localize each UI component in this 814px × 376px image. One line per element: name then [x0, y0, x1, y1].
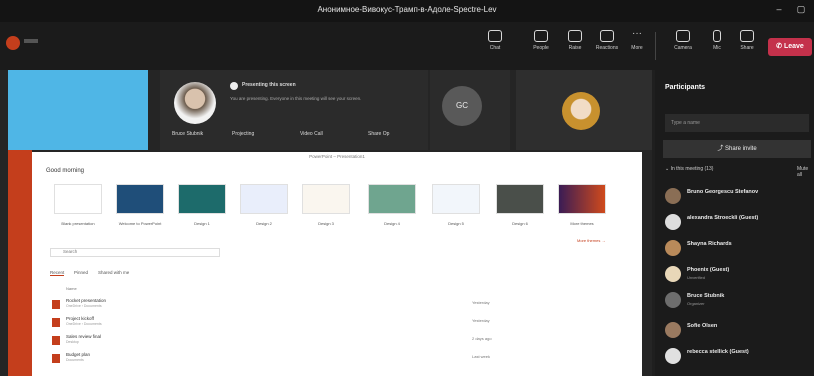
template-thumb[interactable]	[240, 184, 288, 214]
chat-button[interactable]: Chat	[480, 28, 510, 64]
meeting-toolbar: Chat People Raise Reactions ··· More Came…	[0, 22, 814, 70]
control-projecting[interactable]: Projecting	[232, 131, 254, 137]
avatar	[665, 240, 681, 256]
raise-hand-button[interactable]: Raise	[560, 28, 590, 64]
participant-row[interactable]: alexandra Stroeckli (Guest)	[665, 212, 813, 232]
template-label: More themes	[570, 221, 594, 226]
ppt-greeting: Good morning	[46, 168, 85, 174]
mute-all-button[interactable]: Mute all	[797, 166, 814, 178]
camera-button[interactable]: Camera	[668, 28, 698, 64]
template-thumb[interactable]	[302, 184, 350, 214]
video-tile-blue[interactable]	[8, 70, 148, 150]
template-thumb[interactable]	[54, 184, 102, 214]
participant-avatar	[562, 92, 600, 130]
minimize-icon[interactable]: –	[772, 4, 786, 16]
tab-pinned[interactable]: Pinned	[74, 270, 88, 275]
powerpoint-sidebar	[8, 150, 32, 376]
template-label: Design 5	[448, 221, 464, 226]
shared-powerpoint-window: PowerPoint – Presentation1 Good morning …	[32, 152, 642, 376]
avatar	[665, 348, 681, 364]
mic-button[interactable]: Mic	[702, 28, 732, 64]
meeting-timer	[24, 39, 38, 43]
people-icon	[534, 30, 548, 42]
participant-search-input[interactable]: Type a name	[665, 114, 809, 132]
template-label: Design 1	[194, 221, 210, 226]
smile-icon	[600, 30, 614, 42]
participant-row[interactable]: Shayna Richards	[665, 238, 813, 258]
control-share-op[interactable]: Share Op	[368, 131, 389, 137]
mic-icon	[713, 30, 721, 42]
leave-button[interactable]: ✆ Leave	[768, 38, 812, 56]
people-button[interactable]: People	[526, 28, 556, 64]
avatar	[665, 292, 681, 308]
presenter-avatar	[174, 82, 216, 124]
template-label: Blank presentation	[61, 221, 95, 226]
template-thumb[interactable]	[368, 184, 416, 214]
pptx-file-icon	[52, 354, 60, 363]
participant-row[interactable]: Sofie Olsen	[665, 320, 813, 340]
participant-row[interactable]: Phoenix (Guest) Unverified	[665, 264, 813, 284]
template-thumb[interactable]	[116, 184, 164, 214]
presenter-name: Bruce Stubnik	[172, 131, 204, 137]
app-icon	[6, 36, 20, 50]
maximize-icon[interactable]: ▢	[794, 4, 808, 16]
file-row[interactable]: Project kickoff OneDrive › Documents Yes…	[52, 316, 612, 330]
file-row[interactable]: Budget plan Documents Last week	[52, 352, 612, 366]
participants-panel: Participants Type a name ⤴ Share invite …	[655, 70, 814, 376]
share-icon	[740, 30, 754, 42]
pptx-file-icon	[52, 318, 60, 327]
more-button[interactable]: ··· More	[622, 28, 652, 64]
list-header-name: Name	[66, 286, 77, 291]
search-input[interactable]: Search	[50, 248, 220, 257]
share-button[interactable]: Share	[732, 28, 762, 64]
banner-text: You are presenting. Everyone in this mee…	[230, 96, 362, 101]
camera-icon	[676, 30, 690, 42]
participant-row[interactable]: Bruce Stubnik Organizer	[665, 290, 813, 310]
record-icon	[230, 82, 238, 90]
tab-recent[interactable]: Recent	[50, 270, 65, 276]
window-title-bar: Анонимное-Вивокус-Трамп-в-Адоле-Spectre-…	[0, 0, 814, 22]
pptx-file-icon	[52, 336, 60, 345]
avatar	[665, 322, 681, 338]
share-invite-button[interactable]: ⤴ Share invite	[663, 140, 811, 158]
control-video-call[interactable]: Video Call	[300, 131, 323, 137]
pptx-file-icon	[52, 300, 60, 309]
meeting-title: Анонимное-Вивокус-Трамп-в-Адоле-Spectre-…	[317, 5, 497, 14]
ppt-window-title: PowerPoint – Presentation1	[309, 154, 365, 159]
reactions-button[interactable]: Reactions	[592, 28, 622, 64]
section-header[interactable]: ⌄ In this meeting (13)	[665, 166, 713, 172]
avatar	[665, 266, 681, 282]
panel-title: Participants	[665, 84, 706, 91]
more-icon: ···	[632, 28, 642, 39]
template-label: Design 4	[384, 221, 400, 226]
template-thumb[interactable]	[432, 184, 480, 214]
more-themes-link[interactable]: More themes →	[577, 238, 605, 243]
file-row[interactable]: Sales review final Desktop 2 days ago	[52, 334, 612, 348]
avatar	[665, 214, 681, 230]
banner-title: Presenting this screen	[242, 82, 296, 88]
toolbar-divider	[655, 32, 656, 60]
hand-icon	[568, 30, 582, 42]
initials-avatar: GC	[442, 86, 482, 126]
template-thumb[interactable]	[178, 184, 226, 214]
participant-row[interactable]: Bruno Georgescu Stefanov	[665, 186, 813, 206]
file-row[interactable]: Rocket presentation OneDrive › Documents…	[52, 298, 612, 312]
template-thumb[interactable]	[558, 184, 606, 214]
chat-icon	[488, 30, 502, 42]
participant-row[interactable]: rebecca stellick (Guest)	[665, 346, 813, 366]
template-label: Design 2	[256, 221, 272, 226]
template-label: Welcome to PowerPoint	[118, 221, 162, 226]
template-label: Design 6	[512, 221, 528, 226]
avatar	[665, 188, 681, 204]
tab-shared[interactable]: Shared with me	[98, 270, 129, 275]
template-thumb[interactable]	[496, 184, 544, 214]
template-label: Design 3	[318, 221, 334, 226]
